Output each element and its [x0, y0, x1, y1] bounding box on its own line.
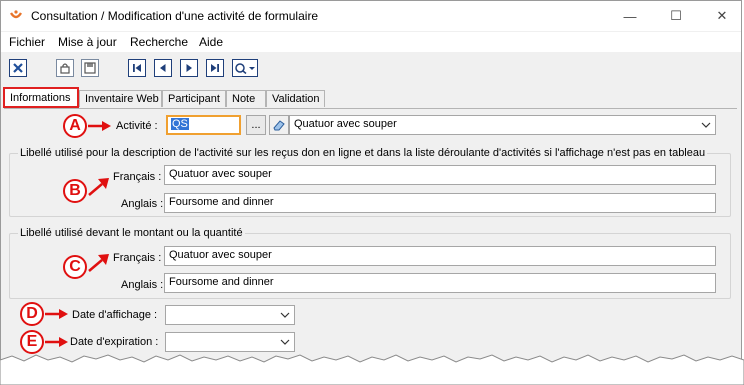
close-icon [13, 63, 23, 73]
arrow-up-right-icon [88, 178, 109, 196]
chevron-down-icon [701, 122, 711, 128]
next-record-icon [186, 64, 192, 72]
last-record-button[interactable] [206, 59, 224, 77]
eraser-icon [273, 120, 285, 131]
activite-select-value: Quatuor avec souper [294, 118, 397, 130]
tab-bar: Informations Inventaire Web Participant … [1, 87, 741, 109]
arrow-right-icon [88, 121, 111, 131]
recus-francais-label: Français : [113, 171, 162, 183]
first-record-icon [133, 64, 141, 72]
window-title: Consultation / Modification d'une activi… [31, 9, 319, 23]
menu-aide[interactable]: Aide [199, 35, 223, 49]
save-icon [84, 62, 96, 74]
toolbar [1, 55, 741, 83]
activite-select[interactable]: Quatuor avec souper [289, 115, 716, 135]
tab-inventaire-web[interactable]: Inventaire Web [79, 90, 162, 107]
activite-clear-button[interactable] [269, 115, 289, 135]
previous-record-button[interactable] [154, 59, 172, 77]
close-record-button[interactable] [9, 59, 27, 77]
lock-icon [60, 63, 70, 74]
minimize-icon: — [623, 8, 637, 24]
close-window-button[interactable]: ✕ [699, 1, 741, 31]
recus-francais-field[interactable]: Quatuor avec souper [164, 165, 716, 185]
app-logo-icon [9, 10, 23, 19]
activite-browse-button[interactable]: ... [246, 115, 266, 135]
recus-anglais-label: Anglais : [121, 198, 164, 210]
activite-label: Activité : [116, 120, 158, 132]
marker-b: B [62, 178, 88, 204]
tab-validation[interactable]: Validation [266, 90, 325, 107]
app-window: Consultation / Modification d'une activi… [0, 0, 742, 372]
menu-recherche[interactable]: Recherche [130, 35, 188, 49]
tab-note[interactable]: Note [226, 90, 266, 107]
arrow-up-right-icon [88, 254, 109, 272]
informations-panel: A Activité : QS ... Quatuor avec souper … [4, 108, 737, 371]
recus-anglais-field[interactable]: Foursome and dinner [164, 193, 716, 213]
montant-francais-label: Français : [113, 252, 162, 264]
lock-button[interactable] [56, 59, 74, 77]
arrow-right-icon [45, 309, 68, 319]
date-affichage-label: Date d'affichage : [72, 309, 158, 321]
minimize-button[interactable]: — [607, 1, 653, 31]
activite-code-value: QS [171, 118, 189, 130]
save-button[interactable] [81, 59, 99, 77]
montant-anglais-label: Anglais : [121, 279, 164, 291]
search-options-button[interactable] [232, 59, 258, 77]
activite-code-field[interactable]: QS [166, 115, 241, 135]
menu-fichier[interactable]: Fichier [9, 35, 45, 49]
maximize-button[interactable]: ☐ [653, 1, 699, 31]
marker-c: C [62, 254, 88, 280]
title-bar: Consultation / Modification d'une activi… [1, 1, 741, 31]
next-record-button[interactable] [180, 59, 198, 77]
marker-d: D [19, 301, 45, 327]
close-icon: ✕ [716, 8, 728, 23]
montant-francais-field[interactable]: Quatuor avec souper [164, 246, 716, 266]
menu-bar: Fichier Mise à jour Recherche Aide [1, 32, 741, 52]
maximize-icon: ☐ [670, 8, 682, 23]
search-options-icon [235, 63, 255, 74]
previous-record-icon [160, 64, 166, 72]
montant-anglais-field[interactable]: Foursome and dinner [164, 273, 716, 293]
tab-participant[interactable]: Participant [162, 90, 226, 107]
group-recus-title: Libellé utilisé pour la description de l… [18, 147, 708, 159]
chevron-down-icon [280, 312, 290, 318]
marker-a: A [62, 113, 88, 139]
date-affichage-picker[interactable] [165, 305, 295, 325]
last-record-icon [211, 64, 219, 72]
first-record-button[interactable] [128, 59, 146, 77]
group-montant-title: Libellé utilisé devant le montant ou la … [18, 227, 245, 239]
tab-informations[interactable]: Informations [3, 87, 79, 108]
menu-mise-a-jour[interactable]: Mise à jour [58, 35, 117, 49]
torn-edge [0, 354, 744, 385]
